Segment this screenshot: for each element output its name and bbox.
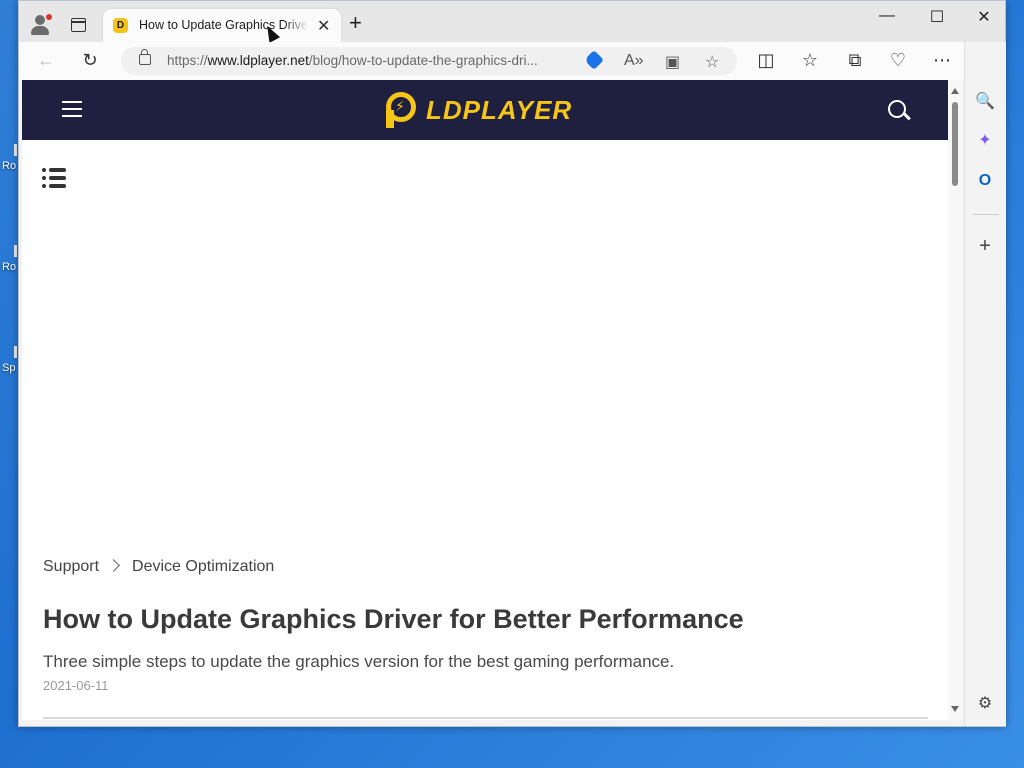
browser-window: D How to Update Graphics Driver for Bett… [18, 0, 1006, 727]
coupon-tag-icon[interactable] [584, 50, 604, 70]
maximize-button[interactable]: ☐ [914, 7, 960, 27]
copilot-apps-icon[interactable]: ✦ [974, 130, 996, 152]
breadcrumb: Support Device Optimization [43, 558, 274, 576]
browser-essentials-icon[interactable]: ♡ [887, 50, 909, 71]
close-window-button[interactable]: ✕ [961, 7, 1007, 27]
split-screen-icon[interactable]: ◫ [755, 50, 777, 71]
logo-text: LDPLAYER [426, 95, 573, 125]
refresh-icon[interactable]: ↻ [79, 50, 101, 71]
site-search-icon[interactable] [888, 100, 906, 118]
tab-title: How to Update Graphics Driver for Better… [139, 18, 309, 32]
back-icon[interactable]: ← [35, 50, 57, 71]
profile-icon[interactable] [29, 13, 53, 37]
tab-actions-icon[interactable] [71, 18, 86, 32]
scroll-down-icon[interactable] [951, 706, 959, 712]
desktop-icon-label: Ro [2, 261, 17, 273]
title-bar: D How to Update Graphics Driver for Bett… [19, 1, 1007, 43]
breadcrumb-item-support[interactable]: Support [43, 558, 99, 575]
browser-toolbar: ← ↻ https://www.ldplayer.net/blog/how-to… [19, 42, 1005, 80]
article-title: How to Update Graphics Driver for Better… [43, 604, 744, 634]
edge-sidebar: 🔍 ✦ O + ⚙ [964, 42, 1006, 726]
favorite-star-icon[interactable]: ☆ [705, 52, 719, 72]
immersive-reader-icon[interactable]: ▣ [665, 52, 680, 72]
scroll-up-icon[interactable] [951, 88, 959, 94]
ldplayer-favicon-icon: D [113, 18, 128, 33]
minimize-button[interactable]: — [864, 7, 910, 25]
scroll-thumb[interactable] [952, 102, 958, 186]
settings-icon[interactable]: ⚙ [974, 693, 996, 715]
outlook-icon[interactable]: O [974, 170, 996, 192]
more-icon[interactable]: ⋯ [931, 50, 953, 71]
scrollbar[interactable] [948, 80, 962, 720]
url-text[interactable]: https://www.ldplayer.net/blog/how-to-upd… [167, 53, 538, 68]
search-icon[interactable]: 🔍 [974, 91, 996, 113]
article-subtitle: Three simple steps to update the graphic… [43, 652, 675, 671]
site-header: LDPLAYER [22, 80, 948, 140]
favorites-icon[interactable]: ☆ [799, 50, 821, 71]
add-icon[interactable]: + [974, 235, 996, 257]
breadcrumb-item-device-optimization[interactable]: Device Optimization [132, 558, 274, 575]
desktop-icon-label: Ro [2, 160, 17, 172]
sidebar-divider [973, 214, 999, 215]
close-icon[interactable]: ✕ [317, 16, 330, 36]
collections-icon[interactable]: ⧉ [844, 50, 866, 71]
desktop-icon-label: Sp [2, 362, 16, 374]
table-of-contents-icon[interactable] [42, 168, 66, 188]
article-date: 2021-06-11 [43, 678, 109, 693]
divider [43, 717, 928, 719]
desktop-icon-1[interactable] [14, 144, 17, 156]
chevron-right-icon [107, 559, 120, 572]
desktop-icon-2[interactable] [14, 245, 17, 257]
new-tab-icon[interactable]: + [349, 10, 362, 36]
address-bar[interactable]: https://www.ldplayer.net/blog/how-to-upd… [121, 47, 737, 75]
desktop-icon-3[interactable] [14, 346, 17, 358]
read-aloud-icon[interactable]: A» [624, 52, 644, 70]
menu-icon[interactable] [62, 101, 82, 117]
active-tab[interactable]: D How to Update Graphics Driver for Bett… [103, 9, 341, 42]
lock-icon[interactable] [139, 49, 151, 65]
page-viewport: LDPLAYER Support Device Optimization How … [22, 80, 948, 720]
